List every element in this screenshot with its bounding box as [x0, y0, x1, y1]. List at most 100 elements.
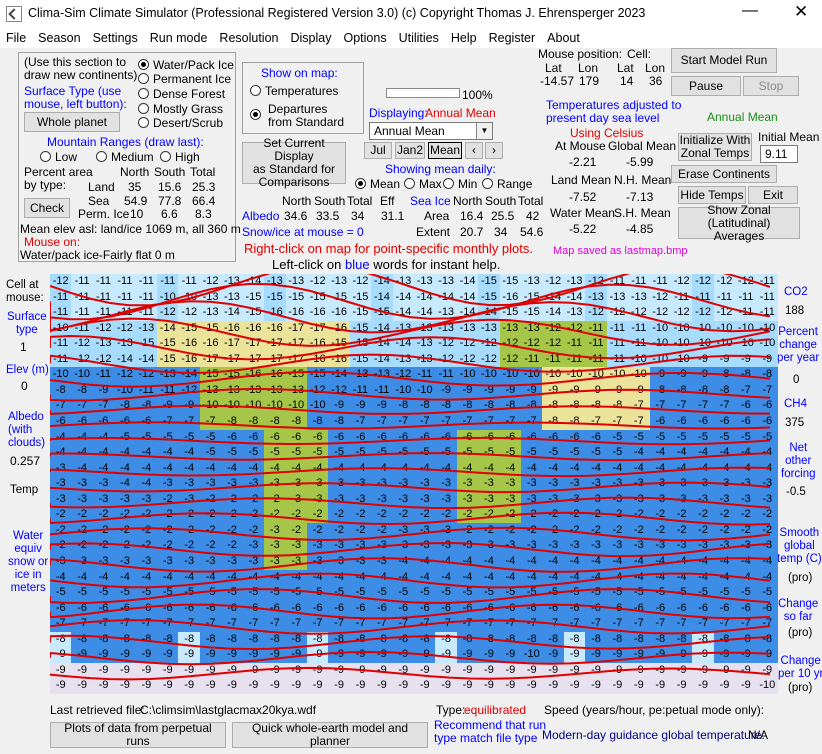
radio-mean[interactable]: Mean [355, 177, 400, 191]
net-forcing-value: -0.5 [786, 486, 806, 498]
close-icon[interactable]: ✕ [794, 2, 808, 22]
recommend-label[interactable]: Recommend that run [434, 718, 546, 732]
mean-button[interactable]: Mean [428, 142, 462, 159]
change-so-far-label[interactable]: Change so far [778, 598, 818, 624]
whole-planet-button[interactable]: Whole planet [24, 112, 120, 132]
area-south: 25.5 [491, 209, 515, 223]
type-value: equilibrated [464, 703, 527, 717]
quick-model-button[interactable]: Quick whole-earth model and planner [232, 722, 428, 748]
extent-south: 34 [494, 225, 508, 239]
albedo-label[interactable]: Albedo [242, 209, 279, 223]
radio-water[interactable]: Water/Pack Ice [138, 58, 234, 72]
albedo-col-south: South [314, 194, 346, 208]
co2-label[interactable]: CO2 [784, 286, 808, 298]
perpetual-plots-button[interactable]: Plots of data from perpetual runs [50, 722, 226, 748]
hide-temps-button[interactable]: Hide Temps [678, 186, 746, 204]
radio-min[interactable]: Min [443, 177, 477, 191]
stop-button[interactable]: Stop [743, 76, 799, 96]
prev-button[interactable]: ‹ [465, 142, 483, 159]
water-equiv-label[interactable]: Water equiv snow or ice in meters [8, 530, 48, 595]
sea-ice-label[interactable]: Sea Ice [410, 194, 451, 208]
isotherm-line [50, 370, 771, 388]
exit-button[interactable]: Exit [748, 186, 798, 204]
albedo-side[interactable]: Albedo (with clouds) [8, 411, 45, 450]
radio-label: Mean [370, 177, 401, 191]
at-mouse-value: -2.21 [569, 155, 597, 169]
radio-label: Permanent Ice [153, 72, 232, 86]
elevation-label[interactable]: Elev (m) [6, 364, 49, 376]
radio-low[interactable]: Low [40, 150, 77, 164]
radio-medium[interactable]: Medium [96, 150, 154, 164]
radio-dense-forest[interactable]: Dense Forest [138, 87, 225, 101]
menu-file[interactable]: File [0, 28, 32, 48]
initialize-zonal-button[interactable]: Initialize With Zonal Temps [678, 133, 752, 161]
menu-help[interactable]: Help [445, 28, 483, 48]
menu-display[interactable]: Display [285, 28, 338, 48]
set-standard-button[interactable]: Set Current Display as Standard for Compar… [242, 137, 346, 189]
erase-continents-button[interactable]: Erase Continents [671, 165, 777, 183]
radio-desert[interactable]: Desert/Scrub [138, 116, 223, 130]
menu-settings[interactable]: Settings [87, 28, 144, 48]
nh-mean-value: -7.13 [626, 190, 654, 204]
show-on-map-label[interactable]: Show on map: [261, 66, 338, 80]
radio-temperatures[interactable]: Temperatures [250, 84, 338, 98]
col-south: South [154, 165, 186, 179]
nh-mean-label: N.H. Mean [614, 173, 672, 187]
smooth-line-3: temp (C) [777, 553, 822, 565]
showing-mean-daily[interactable]: Showing mean daily: [385, 162, 496, 176]
menu-options[interactable]: Options [338, 28, 393, 48]
radio-permanent-ice[interactable]: Permanent Ice [138, 72, 231, 86]
check-button[interactable]: Check [24, 198, 70, 218]
land-south: 15.6 [158, 180, 182, 194]
chevron-down-icon[interactable]: ▼ [476, 123, 492, 139]
chevron-left-icon: ‹ [472, 143, 476, 157]
radio-departures[interactable] [250, 108, 265, 122]
pause-button[interactable]: Pause [671, 76, 741, 96]
percent-change-label[interactable]: Percent change per year [777, 326, 819, 365]
extent-total: 54.6 [520, 225, 544, 239]
surface-type-side[interactable]: Surface type [7, 311, 47, 337]
temps-adjusted-2[interactable]: present day sea level [546, 111, 659, 125]
hint-text-blue[interactable]: blue [345, 257, 370, 272]
jan2-button[interactable]: Jan2 [395, 142, 425, 159]
show-zonal-button[interactable]: Show Zonal (Latitudinal) Averages [678, 203, 800, 242]
temps-adjusted[interactable]: Temperatures adjusted to [546, 98, 681, 112]
change-per-10-label[interactable]: Change per 10 yr [778, 655, 822, 681]
menu-about[interactable]: About [541, 28, 586, 48]
menu-resolution[interactable]: Resolution [213, 28, 284, 48]
surface-type-label-2[interactable]: mouse, left button): [24, 97, 127, 111]
surface-type-label[interactable]: Surface Type (use [24, 84, 121, 98]
recommend-label-2[interactable]: type match file type [434, 731, 537, 745]
period-select-value: Annual Mean [374, 124, 445, 138]
menu-register[interactable]: Register [483, 28, 542, 48]
ice-north: 10 [130, 207, 144, 221]
draw-intro: (Use this section to [24, 55, 127, 69]
ice-total: 8.3 [195, 207, 212, 221]
initial-mean-input[interactable]: 9.11 [760, 145, 798, 163]
map-saved-label: Map saved as lastmap.bmp [553, 245, 688, 257]
displaying-label[interactable]: Displaying: [369, 106, 428, 120]
radio-label: Range [497, 177, 533, 191]
mountain-label[interactable]: Mountain Ranges (draw last): [47, 135, 204, 149]
climate-map[interactable]: -12 -11 -11 -11 -11 -11 -11 -12 -13 -14 -13 -13 -12-… [50, 274, 778, 694]
albedo-side-value: 0.257 [10, 454, 41, 468]
initial-mean-label: Initial Mean [758, 130, 820, 144]
water-mean-value: -5.22 [569, 222, 597, 236]
menu-run-mode[interactable]: Run mode [144, 28, 214, 48]
radio-mostly-grass[interactable]: Mostly Grass [138, 102, 223, 116]
radio-high[interactable]: High [160, 150, 200, 164]
ch4-label[interactable]: CH4 [784, 398, 807, 410]
radio-max[interactable]: Max [404, 177, 442, 191]
menu-season[interactable]: Season [32, 28, 86, 48]
menu-utilities[interactable]: Utilities [393, 28, 445, 48]
next-button[interactable]: › [485, 142, 503, 159]
minimize-icon[interactable]: — [742, 2, 758, 20]
start-model-button[interactable]: Start Model Run [671, 48, 777, 73]
isotherm-line [50, 404, 771, 415]
net-forcing-label[interactable]: Net other forcing [781, 442, 816, 481]
jul-button[interactable]: Jul [364, 142, 392, 159]
period-select[interactable]: Annual Mean ▼ [369, 122, 493, 140]
radio-range[interactable]: Range [482, 177, 532, 191]
smooth-temp-label[interactable]: Smooth global temp (C) [777, 527, 822, 566]
snow-at-mouse[interactable]: Snow/ice at mouse = 0 [242, 225, 364, 239]
